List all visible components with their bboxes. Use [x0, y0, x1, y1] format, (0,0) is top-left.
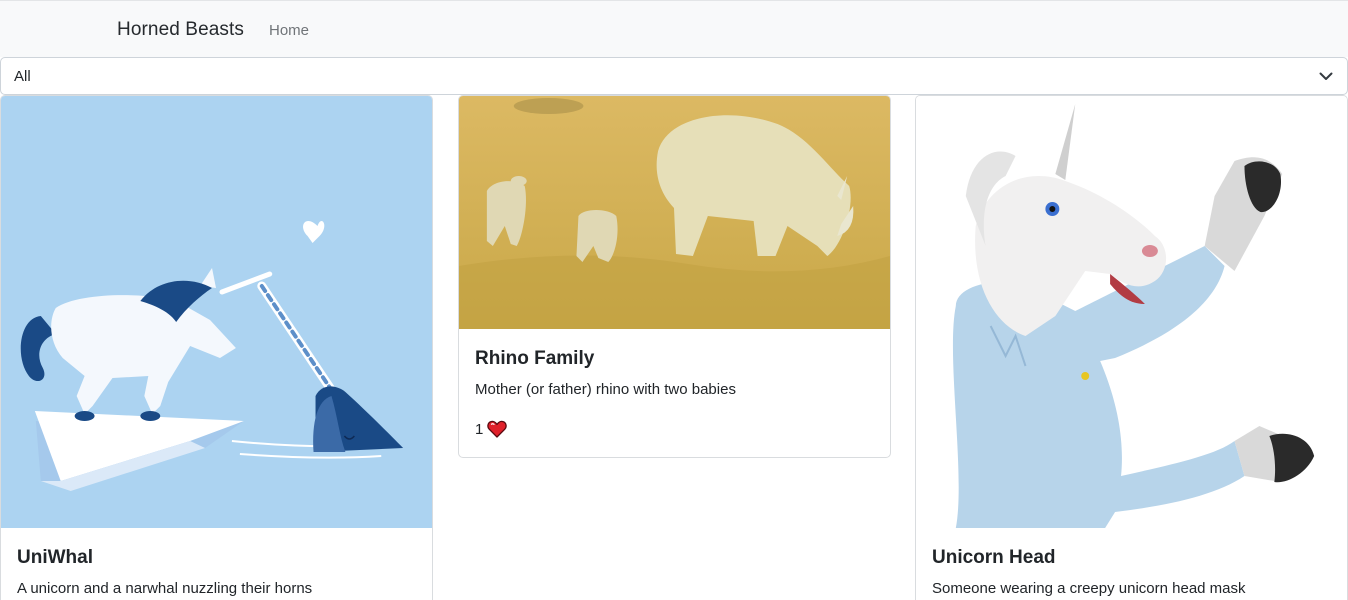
uniwhal-image[interactable]	[1, 96, 432, 528]
likes-counter: 1	[475, 420, 508, 438]
card-title: UniWhal	[17, 547, 93, 568]
navbar: Horned Beasts Home	[0, 0, 1348, 57]
likes-count: 1	[475, 420, 484, 438]
nav-link-home[interactable]: Home	[269, 22, 309, 39]
heart-icon[interactable]	[487, 420, 508, 438]
card-description: A unicorn and a narwhal nuzzling their h…	[17, 580, 313, 597]
card-description: Someone wearing a creepy unicorn head ma…	[932, 580, 1246, 597]
horns-filter-select[interactable]: All	[0, 57, 1348, 95]
unicorn-head-image[interactable]	[916, 96, 1347, 528]
beast-card: UniWhal A unicorn and a narwhal nuzzling…	[0, 95, 433, 600]
beast-card: Unicorn Head Someone wearing a creepy un…	[915, 95, 1348, 600]
filter-selected-value: All	[14, 68, 31, 85]
card-description: Mother (or father) rhino with two babies	[475, 381, 736, 398]
navbar-brand[interactable]: Horned Beasts	[117, 19, 244, 41]
chevron-down-icon	[1319, 72, 1333, 80]
card-title: Unicorn Head	[932, 547, 1056, 568]
beast-card: Rhino Family Mother (or father) rhino wi…	[458, 95, 891, 458]
card-title: Rhino Family	[475, 348, 595, 369]
rhino-family-image[interactable]	[459, 96, 890, 329]
